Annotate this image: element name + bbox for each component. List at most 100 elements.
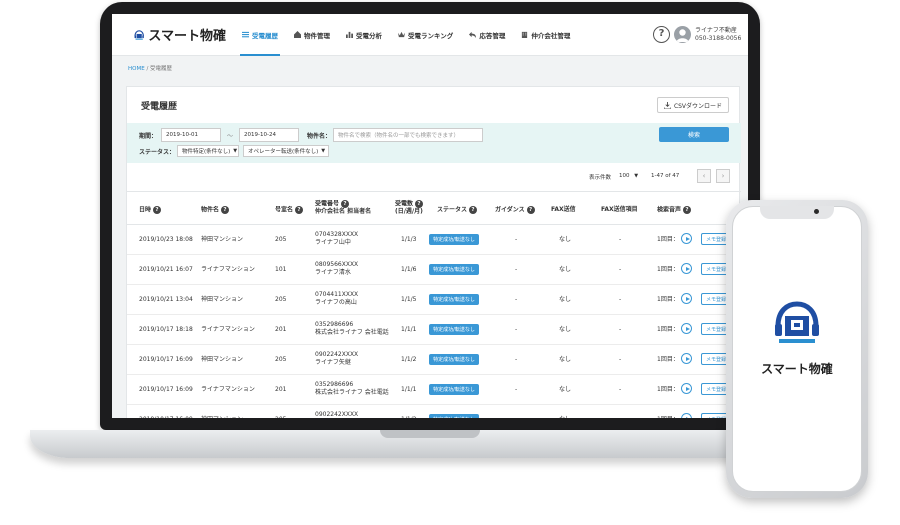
nav-label: 受電ランキング [408, 31, 454, 40]
play-icon[interactable] [681, 263, 692, 274]
next-page-button[interactable]: › [716, 169, 730, 183]
play-icon[interactable] [681, 233, 692, 244]
nav-response-management[interactable]: 応答管理 [461, 14, 513, 56]
cell-guidance: - [515, 296, 518, 303]
cell-fax-items: - [619, 416, 621, 418]
play-icon[interactable] [681, 293, 692, 304]
status-badge: 特定成功/転送なし [429, 294, 479, 305]
cell-caller: 0352986696 株式会社ライナフ 会社電話 [315, 381, 389, 396]
property-search-input[interactable]: 物件名で検索（物件名の一部でも検索できます） [333, 128, 483, 142]
csv-download-button[interactable]: CSVダウンロード [657, 97, 729, 113]
table-row[interactable]: 2019/10/17 18:18 ライナフマンション 201 0352986696 株式… [127, 315, 741, 345]
cell-audio-label: 1回目： [657, 386, 679, 393]
user-avatar[interactable] [674, 26, 691, 43]
search-filter: 期間： 2019-10-01 〜 2019-10-24 物件名： 物件名で検索（… [127, 123, 741, 163]
operator-transfer-select[interactable]: オペレーター転送(条件なし) ▼ [243, 145, 329, 157]
col-fax-items[interactable]: FAX送信項目 [601, 206, 638, 214]
cell-fax-items: - [619, 296, 622, 303]
prev-page-button[interactable]: ‹ [697, 169, 711, 183]
status-badge: 特定成功/転送なし [429, 414, 479, 418]
help-icon[interactable]: ? [341, 200, 350, 208]
list-icon [242, 31, 249, 38]
col-audio[interactable]: 検索音声? [657, 206, 692, 214]
col-call-count[interactable]: 受電数? (日/週/月) [395, 200, 424, 216]
col-room[interactable]: 号室名? [275, 206, 304, 214]
table-row[interactable]: 2019/10/21 16:07 ライナフマンション 101 0809566XXXX ラ… [127, 255, 741, 285]
help-icon[interactable]: ? [653, 26, 670, 43]
breadcrumb-current: 受電履歴 [150, 66, 173, 72]
nav-property-management[interactable]: 物件管理 [286, 14, 338, 56]
col-datetime[interactable]: 日時? [139, 206, 162, 214]
brand-name: スマート物確 [148, 29, 226, 44]
nav-broker-management[interactable]: 仲介会社管理 [513, 14, 578, 56]
table-row[interactable]: 2019/10/21 13:04 神田マンション 205 0704411XXXX ライナ… [127, 285, 741, 315]
cell-caller: 0902242XXXXライナフ矢継 [315, 351, 359, 366]
nav-call-history[interactable]: 受電履歴 [234, 14, 286, 56]
help-icon[interactable]: ? [415, 200, 424, 208]
cell-room: 201 [275, 326, 287, 333]
property-status-select[interactable]: 物件特定(条件なし) ▼ [177, 145, 239, 157]
cell-fax: なし [559, 236, 572, 243]
cell-room: 101 [275, 266, 287, 273]
play-icon[interactable] [681, 413, 692, 418]
cell-property: 神田マンション [201, 416, 243, 418]
table-row[interactable]: 2019/10/17 16:09 神田マンション 205 0902242XXXXライナ… [127, 405, 741, 418]
nav-call-analysis[interactable]: 受電分析 [338, 14, 390, 56]
table-row[interactable]: 2019/10/23 18:08 神田マンション 205 0704328XXXX ライナ… [127, 225, 741, 255]
per-page-value: 100 [619, 173, 630, 179]
cell-room: 205 [275, 416, 286, 418]
play-icon[interactable] [681, 383, 692, 394]
play-icon[interactable] [681, 353, 692, 364]
cell-audio-label: 1回目： [657, 296, 679, 303]
headset-house-icon [134, 29, 144, 40]
bar-chart-icon [346, 31, 353, 38]
cell-property: ライナフマンション [201, 326, 255, 333]
per-page-select[interactable]: 100 ▼ [619, 173, 638, 179]
brand-logo[interactable]: スマート物確 [134, 25, 226, 44]
date-from-input[interactable]: 2019-10-01 [161, 128, 221, 142]
help-icon[interactable]: ? [221, 206, 230, 214]
help-icon[interactable]: ? [526, 206, 535, 214]
col-fax[interactable]: FAX送信 [551, 206, 576, 214]
col-caller[interactable]: 受電番号? 仲介会社名 担当者名 [315, 200, 371, 216]
date-to-input[interactable]: 2019-10-24 [239, 128, 299, 142]
col-property[interactable]: 物件名? [201, 206, 230, 214]
user-info[interactable]: ライナフ不動産 050-3188-0056 [695, 27, 741, 43]
phone-frame: スマート物確 [726, 200, 868, 498]
help-icon[interactable]: ? [469, 206, 478, 214]
table-header: 日時? 物件名? 号室名? 受電番号? 仲介会社名 担当者名 受電数? (日/週/月… [127, 191, 741, 225]
cell-caller: 0809566XXXX ライナフ清水 [315, 261, 359, 276]
search-button[interactable]: 検索 [659, 127, 729, 142]
cell-fax-items: - [619, 326, 622, 333]
cell-audio-label: 1回目： [657, 266, 679, 273]
cell-property: ライナフマンション [201, 266, 255, 273]
cell-room: 201 [275, 386, 287, 393]
cell-property: 神田マンション [201, 236, 244, 243]
help-icon[interactable]: ? [295, 206, 304, 214]
reply-icon [469, 31, 477, 38]
cell-room: 205 [275, 236, 287, 243]
property-name-label: 物件名： [307, 133, 332, 140]
cell-caller: 0704411XXXX ライナフの高山 [315, 291, 359, 306]
nav-call-ranking[interactable]: 受電ランキング [390, 14, 461, 56]
table-row[interactable]: 2019/10/17 16:09 神田マンション 205 0902242XXXXライナ… [127, 345, 741, 375]
cell-guidance: - [515, 356, 518, 363]
col-guidance[interactable]: ガイダンス? [495, 206, 535, 214]
cell-guidance: - [515, 386, 518, 393]
cell-fax-items: - [619, 266, 622, 273]
laptop-screen: スマート物確 受電履歴 物件管理 受電分析 受電ランキング 応答管理 仲介会社管… [112, 14, 748, 418]
device-mockup: スマート物確 受電履歴 物件管理 受電分析 受電ランキング 応答管理 仲介会社管… [0, 0, 900, 525]
col-status[interactable]: ステータス? [437, 206, 478, 214]
help-icon[interactable]: ? [683, 206, 692, 214]
table-row[interactable]: 2019/10/17 16:09 ライナフマンション 201 0352986696 株式… [127, 375, 741, 405]
play-icon[interactable] [681, 323, 692, 334]
status-badge: 特定成功/転送なし [429, 324, 479, 335]
cell-room: 205 [275, 356, 287, 363]
cell-audio-label: 1回目： [657, 416, 679, 418]
breadcrumb-home[interactable]: HOME [128, 66, 145, 72]
cell-fax-items: - [619, 356, 622, 363]
help-icon[interactable]: ? [153, 206, 162, 214]
cell-fax: なし [559, 356, 572, 363]
nav-label: 仲介会社管理 [531, 31, 571, 40]
building-icon [294, 31, 301, 38]
